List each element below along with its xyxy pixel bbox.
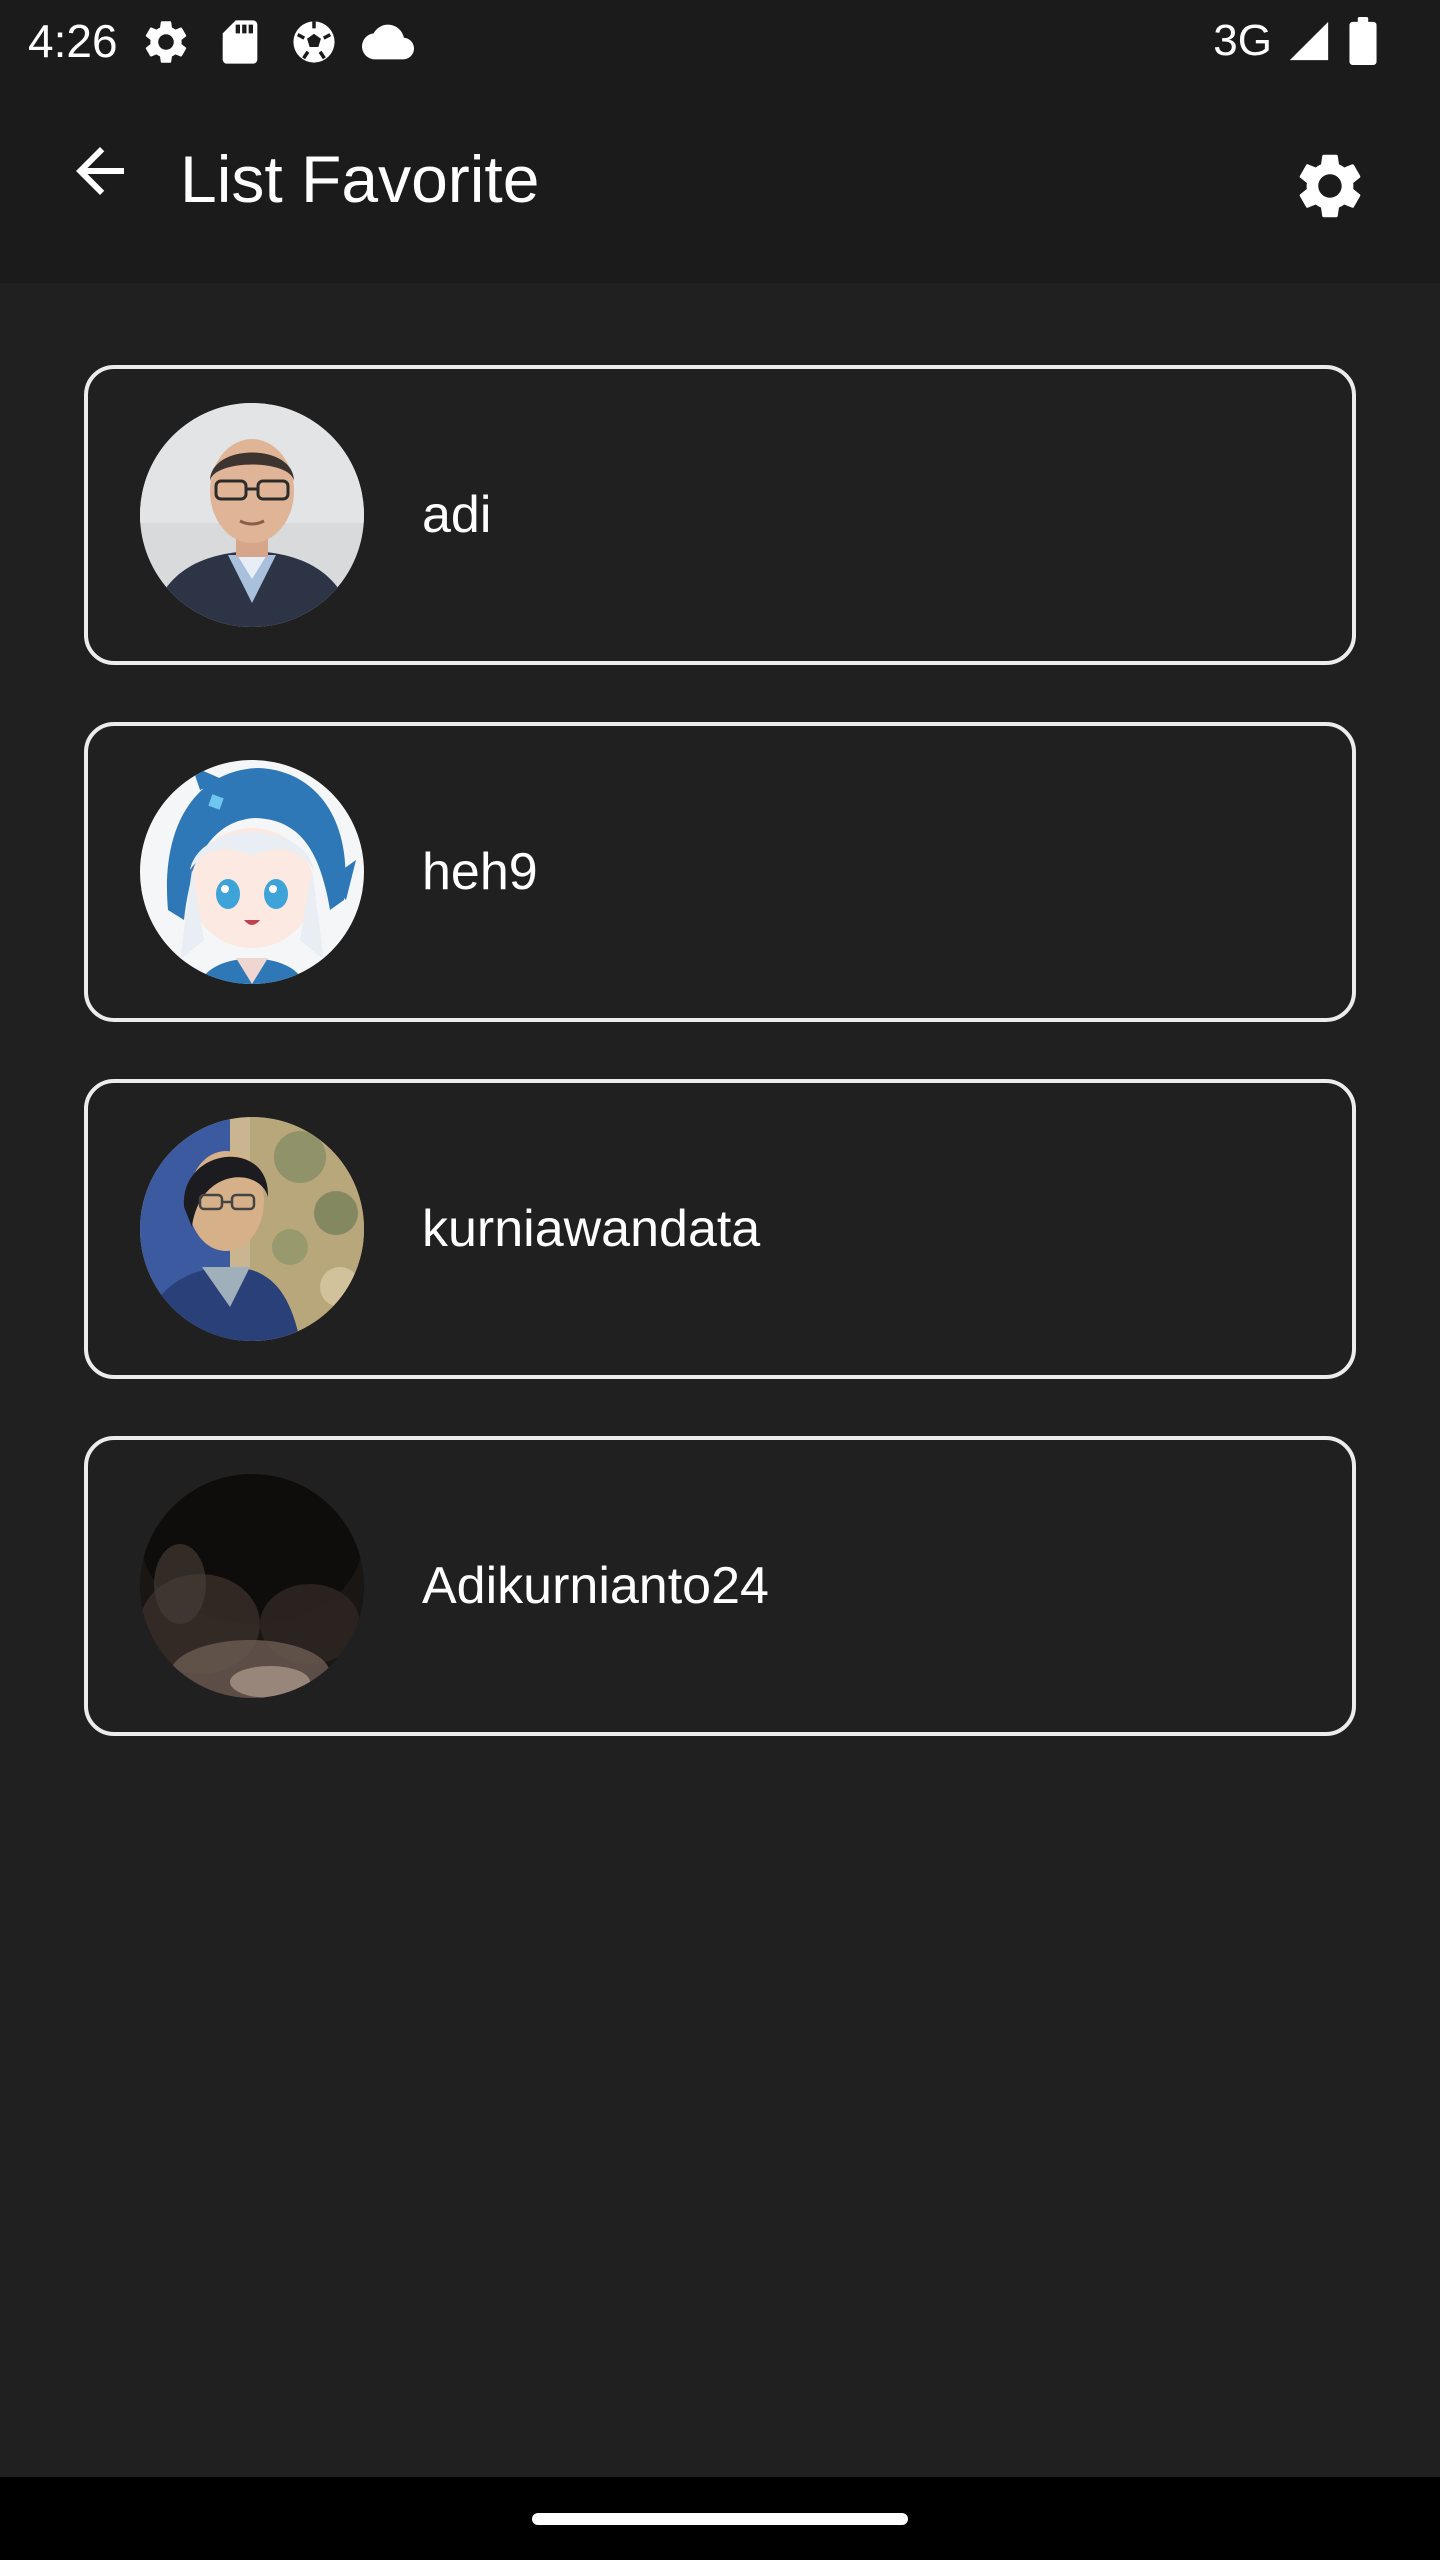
app-bar: List Favorite [0,83,1440,283]
favorites-list: adi heh9 kurniawandata Adikurnianto24 [84,365,1356,1736]
status-system-icons: 3G [1213,10,1380,72]
favorite-username: Adikurnianto24 [422,1557,769,1615]
back-button[interactable] [50,121,150,221]
favorite-username: kurniawandata [422,1200,761,1258]
avatar [140,760,364,984]
page-title: List Favorite [180,142,540,216]
cloud-icon [362,24,414,60]
favorite-card[interactable]: Adikurnianto24 [84,1436,1356,1736]
avatar-photo-man-outdoor [140,1117,364,1341]
favorite-username: adi [422,486,492,544]
network-type-label: 3G [1213,16,1272,65]
avatar [140,1117,364,1341]
gear-icon [1299,154,1361,218]
battery-icon [1349,17,1377,65]
gear-icon [145,21,187,63]
status-time: 4:26 [28,15,118,67]
avatar [140,1474,364,1698]
signal-icon [1289,21,1329,61]
favorite-card[interactable]: kurniawandata [84,1079,1356,1379]
soccer-ball-icon [293,21,335,63]
avatar-photo-man-glasses [140,403,364,627]
avatar-anime-character [140,760,364,984]
favorite-card[interactable]: heh9 [84,722,1356,1022]
favorite-username: heh9 [422,843,538,901]
avatar [140,403,364,627]
status-notification-icons [140,14,414,70]
favorites-screen: adi heh9 kurniawandata Adikurnianto24 [0,283,1440,2477]
home-indicator[interactable] [532,2513,908,2525]
arrow-left-icon [76,147,124,195]
settings-button[interactable] [1280,136,1380,236]
avatar-blurred-photo [140,1474,364,1698]
sd-card-icon [222,20,258,64]
status-bar: 4:26 3G [0,0,1440,83]
system-navigation-bar [0,2477,1440,2560]
favorite-card[interactable]: adi [84,365,1356,665]
